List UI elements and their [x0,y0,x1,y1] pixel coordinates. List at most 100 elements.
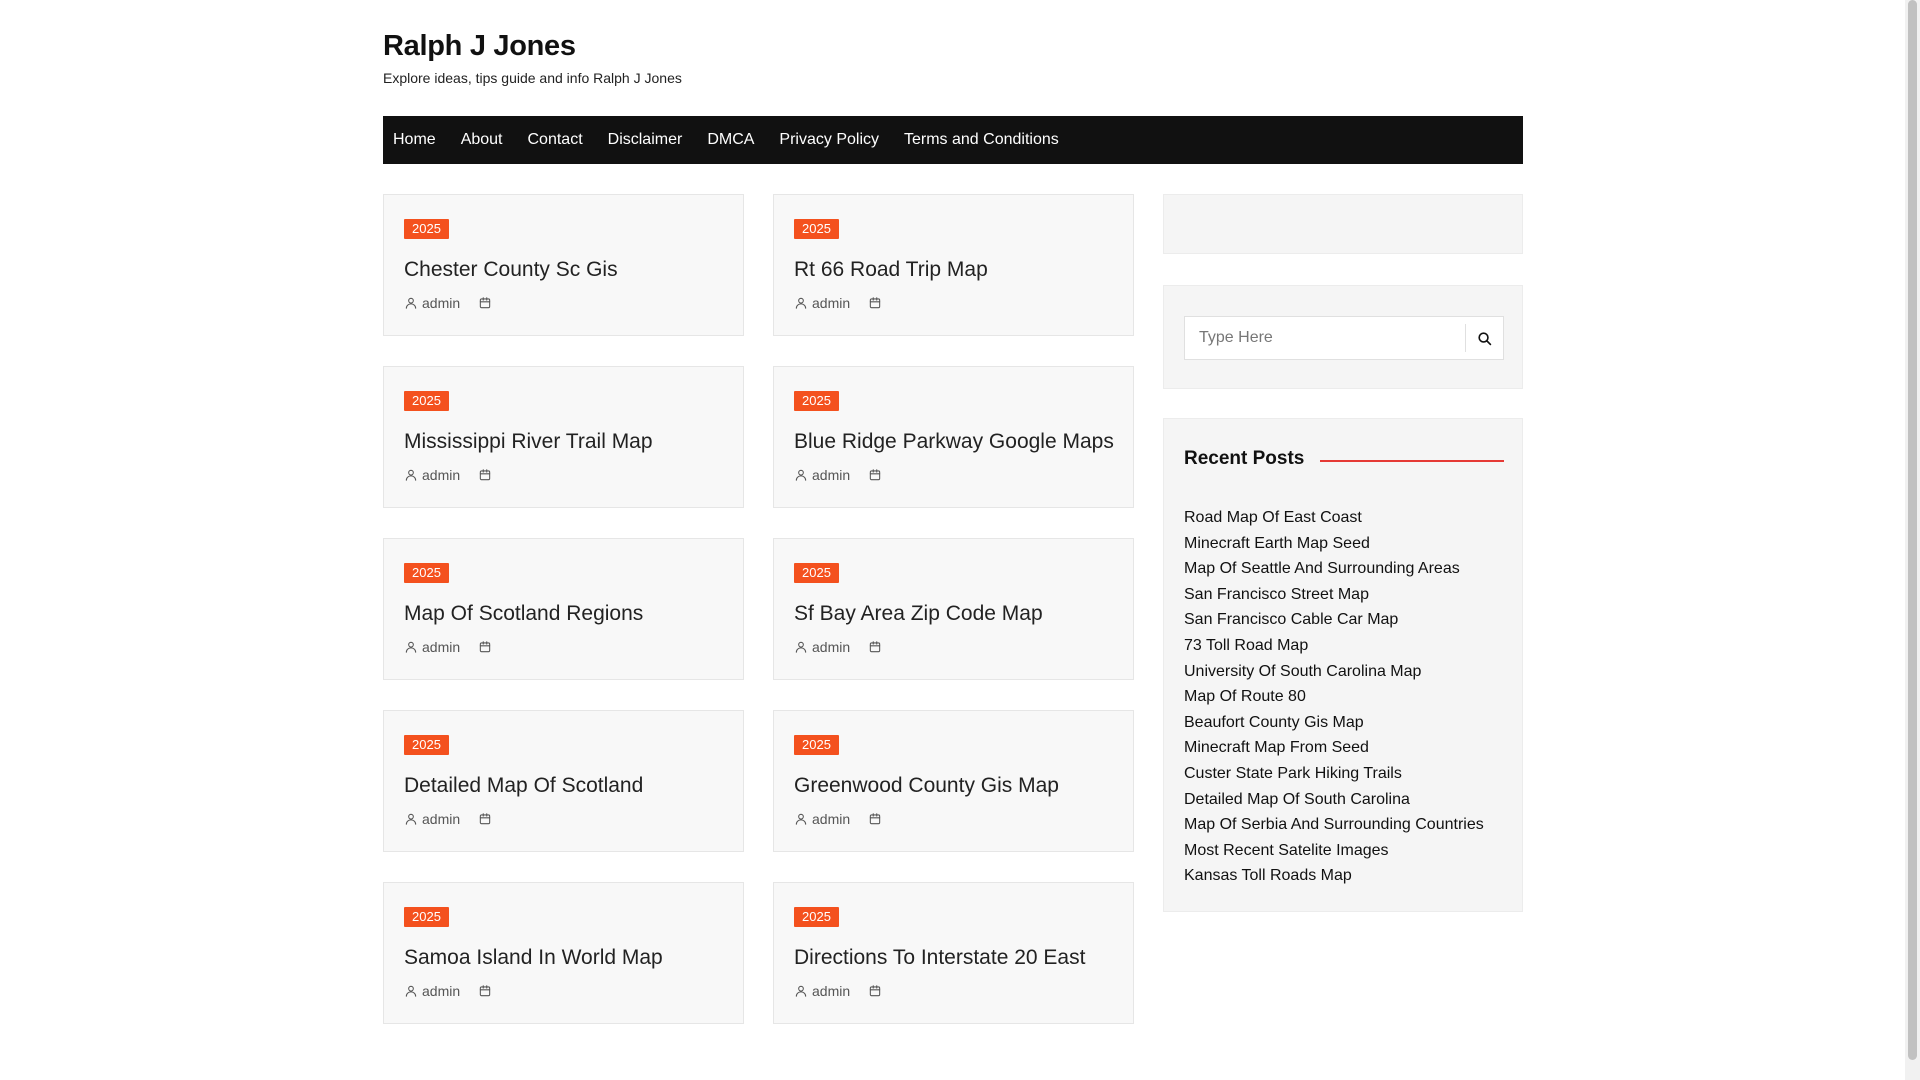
category-badge[interactable]: 2025 [794,735,839,755]
search-button[interactable] [1465,324,1503,352]
post-card: 2025 Greenwood County Gis Map admin [773,710,1134,852]
post-date [478,640,492,654]
recent-post-link[interactable]: Road Map Of East Coast [1184,509,1362,526]
nav-item-contact[interactable]: Contact [528,116,583,164]
post-title[interactable]: Directions To Interstate 20 East [794,945,1085,971]
post-title[interactable]: Blue Ridge Parkway Google Maps [794,429,1114,455]
recent-post-link[interactable]: San Francisco Cable Car Map [1184,611,1398,628]
recent-post-link[interactable]: Minecraft Map From Seed [1184,739,1369,756]
post-author[interactable]: admin [422,811,460,827]
sidebar-widget-empty [1163,194,1523,254]
calendar-icon [869,641,881,653]
post-author[interactable]: admin [812,983,850,999]
post-meta: admin [404,467,492,483]
post-author[interactable]: admin [812,811,850,827]
post-date [868,468,882,482]
list-item: Road Map Of East Coast [1184,505,1484,531]
post-meta: admin [404,295,492,311]
recent-posts-heading: Recent Posts [1184,448,1305,469]
post-author[interactable]: admin [422,639,460,655]
calendar-icon [479,985,491,997]
recent-post-link[interactable]: Map Of Serbia And Surrounding Countries [1184,816,1484,833]
page-scrollbar[interactable] [1905,0,1920,1080]
list-item: 73 Toll Road Map [1184,633,1484,659]
category-badge[interactable]: 2025 [794,219,839,239]
post-date [478,468,492,482]
category-badge[interactable]: 2025 [404,563,449,583]
post-meta: admin [404,983,492,999]
list-item: Beaufort County Gis Map [1184,710,1484,736]
post-author[interactable]: admin [812,467,850,483]
recent-post-link[interactable]: Map Of Route 80 [1184,688,1306,705]
recent-posts-list: Road Map Of East Coast Minecraft Earth M… [1184,505,1484,889]
calendar-icon [479,641,491,653]
category-badge[interactable]: 2025 [404,907,449,927]
site-title[interactable]: Ralph J Jones [383,28,1523,64]
list-item: Minecraft Map From Seed [1184,735,1484,761]
category-badge[interactable]: 2025 [404,391,449,411]
nav-item-privacy-policy[interactable]: Privacy Policy [779,116,879,164]
list-item: University Of South Carolina Map [1184,659,1484,685]
user-icon [795,297,807,309]
post-author[interactable]: admin [422,983,460,999]
post-meta: admin [794,983,882,999]
category-badge[interactable]: 2025 [404,735,449,755]
post-meta: admin [794,295,882,311]
post-title[interactable]: Map Of Scotland Regions [404,601,643,627]
recent-post-link[interactable]: Kansas Toll Roads Map [1184,867,1352,884]
post-author[interactable]: admin [812,295,850,311]
recent-post-link[interactable]: Detailed Map Of South Carolina [1184,791,1410,808]
list-item: Map Of Route 80 [1184,684,1484,710]
search-input[interactable] [1185,317,1465,359]
post-author[interactable]: admin [422,295,460,311]
post-title[interactable]: Rt 66 Road Trip Map [794,257,988,283]
post-date [868,296,882,310]
recent-post-link[interactable]: Beaufort County Gis Map [1184,714,1364,731]
post-title[interactable]: Detailed Map Of Scotland [404,773,643,799]
nav-item-dmca[interactable]: DMCA [707,116,754,164]
calendar-icon [479,469,491,481]
post-date [478,812,492,826]
nav-item-terms-and-conditions[interactable]: Terms and Conditions [904,116,1059,164]
category-badge[interactable]: 2025 [794,907,839,927]
list-item: Custer State Park Hiking Trails [1184,761,1484,787]
scrollbar-thumb[interactable] [1908,0,1917,1060]
post-title[interactable]: Sf Bay Area Zip Code Map [794,601,1043,627]
search-form [1184,316,1504,360]
calendar-icon [479,297,491,309]
list-item: Minecraft Earth Map Seed [1184,531,1484,557]
category-badge[interactable]: 2025 [794,391,839,411]
post-title[interactable]: Samoa Island In World Map [404,945,663,971]
post-title[interactable]: Greenwood County Gis Map [794,773,1059,799]
post-author[interactable]: admin [422,467,460,483]
recent-post-link[interactable]: Map Of Seattle And Surrounding Areas [1184,560,1460,577]
nav-item-disclaimer[interactable]: Disclaimer [608,116,683,164]
recent-post-link[interactable]: University Of South Carolina Map [1184,663,1421,680]
user-icon [795,985,807,997]
list-item: Kansas Toll Roads Map [1184,863,1484,889]
recent-post-link[interactable]: San Francisco Street Map [1184,586,1369,603]
post-card: 2025 Sf Bay Area Zip Code Map admin [773,538,1134,680]
post-meta: admin [794,811,882,827]
post-meta: admin [794,467,882,483]
recent-posts-widget: Recent Posts Road Map Of East Coast Mine… [1163,418,1523,912]
post-author[interactable]: admin [812,639,850,655]
list-item: Map Of Serbia And Surrounding Countries [1184,812,1484,838]
site-header: Ralph J Jones Explore ideas, tips guide … [383,28,1523,86]
recent-post-link[interactable]: 73 Toll Road Map [1184,637,1308,654]
post-title[interactable]: Mississippi River Trail Map [404,429,653,455]
nav-item-about[interactable]: About [461,116,503,164]
recent-post-link[interactable]: Most Recent Satelite Images [1184,842,1389,859]
post-meta: admin [404,811,492,827]
category-badge[interactable]: 2025 [404,219,449,239]
category-badge[interactable]: 2025 [794,563,839,583]
list-item: Map Of Seattle And Surrounding Areas [1184,556,1484,582]
calendar-icon [869,297,881,309]
calendar-icon [869,985,881,997]
user-icon [405,641,417,653]
post-card: 2025 Samoa Island In World Map admin [383,882,744,1024]
recent-post-link[interactable]: Custer State Park Hiking Trails [1184,765,1402,782]
post-title[interactable]: Chester County Sc Gis [404,257,618,283]
nav-item-home[interactable]: Home [393,116,436,164]
recent-post-link[interactable]: Minecraft Earth Map Seed [1184,535,1370,552]
